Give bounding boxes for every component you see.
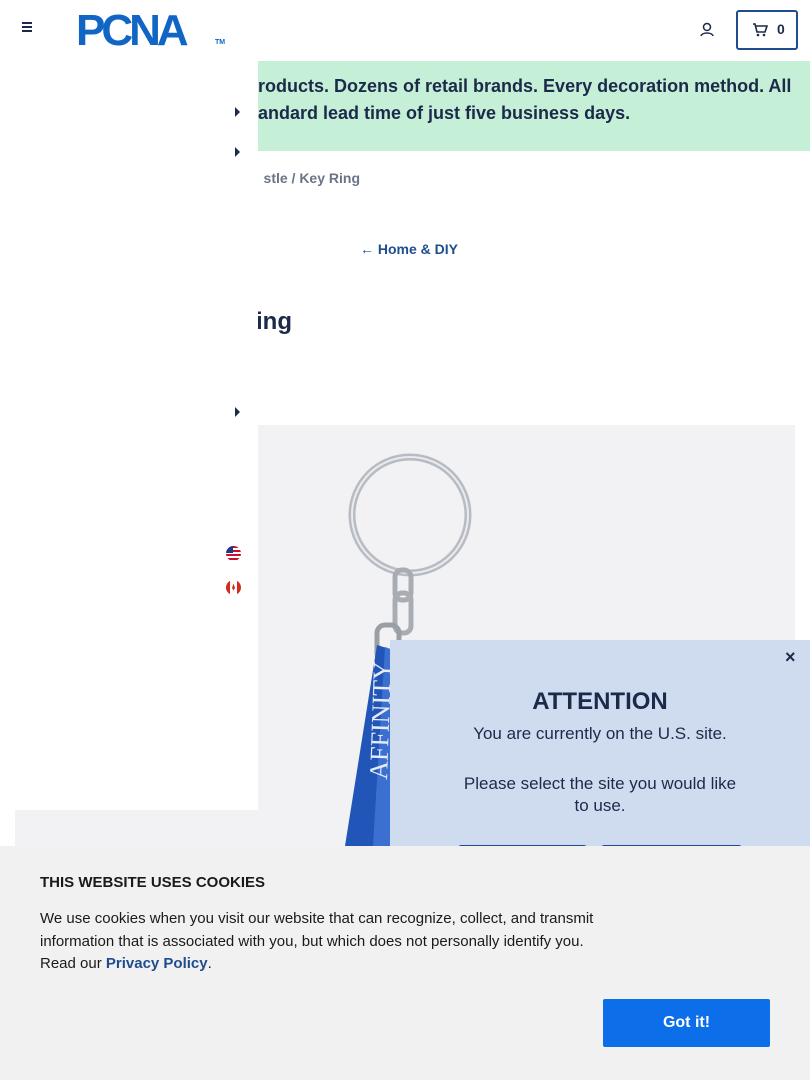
banner-text-line-2: andard lead time of just five business d… [258, 103, 631, 123]
menu-caret-right-icon[interactable] [235, 147, 240, 157]
cookie-title: THIS WEBSITE USES COOKIES [40, 874, 266, 891]
canada-flag-icon[interactable] [226, 580, 241, 595]
cookie-consent-bar: THIS WEBSITE USES COOKIES We use cookies… [0, 846, 810, 1080]
pcna-logo[interactable]: PCNA TM [76, 9, 226, 53]
menu-caret-right-icon[interactable] [235, 107, 240, 117]
cart-button[interactable]: 0 [736, 10, 798, 50]
cookie-description: We use cookies when you visit our websit… [40, 908, 610, 976]
banner-text-line-1: roducts. Dozens of retail brands. Every … [258, 76, 792, 96]
site-header: PCNA TM 0 [0, 0, 810, 60]
privacy-policy-link[interactable]: Privacy Policy [106, 955, 208, 972]
close-icon[interactable]: × [785, 647, 796, 668]
back-to-category-link[interactable]: ← Home & DIY [360, 241, 458, 257]
attention-select-site-text: Please select the site you would like to… [463, 774, 737, 815]
cookie-accept-button[interactable]: Got it! [603, 999, 770, 1047]
attention-title: ATTENTION [532, 688, 668, 715]
back-link-label: Home & DIY [377, 241, 459, 257]
logo-text: PCNA [76, 6, 189, 55]
side-menu-drawer [0, 61, 258, 810]
logo-trademark: TM [215, 39, 226, 46]
menu-caret-right-icon[interactable] [235, 407, 240, 417]
hamburger-menu-icon[interactable] [20, 22, 36, 38]
cookie-period: . [207, 955, 212, 972]
back-arrow-icon: ← [360, 241, 374, 257]
site-selector-modal: × ATTENTION You are currently on the U.S… [390, 640, 810, 865]
cart-count: 0 [777, 21, 785, 37]
us-flag-icon[interactable] [226, 546, 241, 561]
attention-current-site-text: You are currently on the U.S. site. [473, 724, 727, 743]
account-icon[interactable] [699, 22, 715, 38]
cart-icon [752, 23, 769, 37]
